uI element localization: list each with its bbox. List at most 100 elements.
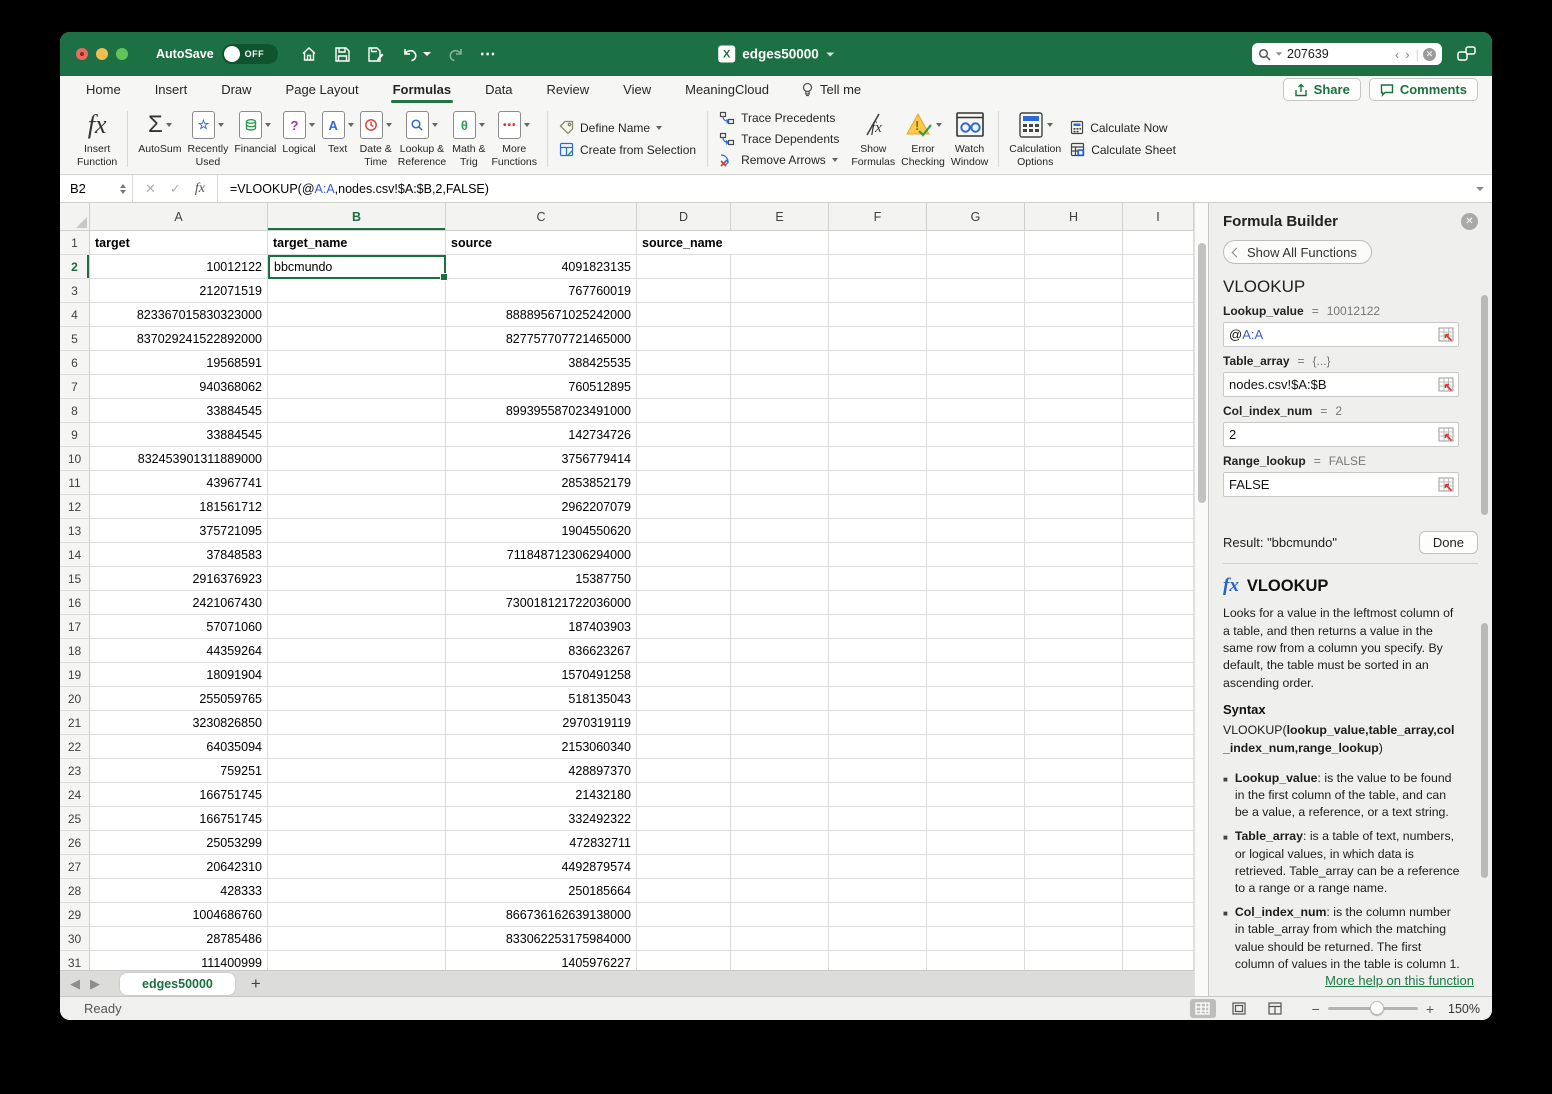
grid-cell[interactable] <box>829 351 927 375</box>
grid-cell[interactable] <box>268 783 446 807</box>
grid-cell[interactable]: 44359264 <box>90 639 268 663</box>
grid-cell[interactable]: 166751745 <box>90 807 268 831</box>
zoom-percentage[interactable]: 150% <box>1442 1002 1480 1016</box>
row-header-27[interactable]: 27 <box>60 855 90 879</box>
grid-cell[interactable] <box>829 855 927 879</box>
grid-cell[interactable] <box>829 879 927 903</box>
column-header-A[interactable]: A <box>90 203 268 231</box>
row-header-1[interactable]: 1 <box>60 231 90 255</box>
grid-cell[interactable] <box>637 687 731 711</box>
grid-cell[interactable] <box>1123 327 1194 351</box>
grid-cell[interactable] <box>927 639 1025 663</box>
normal-view-button[interactable] <box>1190 999 1216 1018</box>
grid-cell[interactable] <box>268 951 446 970</box>
calculate-now-button[interactable]: Calculate Now <box>1070 120 1176 135</box>
grid-cell[interactable]: source_name <box>637 231 731 255</box>
row-header-15[interactable]: 15 <box>60 567 90 591</box>
selected-cell-B2[interactable]: bbcmundo <box>268 255 446 279</box>
more-functions-button[interactable]: •••More Functions <box>491 109 537 167</box>
search-clear-icon[interactable]: ✕ <box>1423 48 1436 61</box>
grid-cell[interactable] <box>1123 687 1194 711</box>
grid-cell[interactable] <box>268 327 446 351</box>
grid-cell[interactable]: 428897370 <box>446 759 637 783</box>
grid-cell[interactable] <box>927 687 1025 711</box>
grid-cell[interactable]: 759251 <box>90 759 268 783</box>
grid-cell[interactable] <box>637 255 731 279</box>
confirm-entry-icon[interactable]: ✓ <box>170 181 181 197</box>
grid-cell[interactable]: 388425535 <box>446 351 637 375</box>
more-toolbar-icon[interactable]: ⋯ <box>480 44 496 64</box>
error-checking-button[interactable]: ! Error Checking <box>901 109 945 167</box>
grid-cell[interactable] <box>637 615 731 639</box>
grid-cell[interactable] <box>1025 687 1123 711</box>
tab-formulas[interactable]: Formulas <box>391 78 454 101</box>
watch-window-button[interactable]: Watch Window <box>951 109 988 167</box>
grid-cell[interactable] <box>731 855 829 879</box>
grid-cell[interactable] <box>731 615 829 639</box>
grid-cell[interactable] <box>637 951 731 970</box>
grid-cell[interactable] <box>1025 783 1123 807</box>
grid-cell[interactable] <box>268 495 446 519</box>
minimize-window-button[interactable] <box>96 48 108 60</box>
row-header-6[interactable]: 6 <box>60 351 90 375</box>
grid-cell[interactable] <box>1025 831 1123 855</box>
grid-cell[interactable] <box>268 735 446 759</box>
grid-cell[interactable] <box>1025 855 1123 879</box>
grid-cell[interactable] <box>1123 231 1194 255</box>
zoom-in-button[interactable]: + <box>1426 1001 1434 1017</box>
grid-cell[interactable] <box>1123 375 1194 399</box>
grid-cell[interactable] <box>927 231 1025 255</box>
grid-cell[interactable]: 57071060 <box>90 615 268 639</box>
grid-cell[interactable] <box>731 831 829 855</box>
tab-view[interactable]: View <box>621 78 653 101</box>
grid-cell[interactable] <box>268 639 446 663</box>
share-button[interactable]: Share <box>1283 78 1361 101</box>
grid-cell[interactable] <box>1123 303 1194 327</box>
grid-cell[interactable] <box>927 663 1025 687</box>
grid-cell[interactable]: 181561712 <box>90 495 268 519</box>
financial-button[interactable]: Financial <box>234 109 276 155</box>
grid-cell[interactable] <box>637 495 731 519</box>
text-button[interactable]: AText <box>322 109 354 155</box>
grid-cell[interactable] <box>637 303 731 327</box>
grid-cell[interactable] <box>829 279 927 303</box>
grid-cell[interactable] <box>731 927 829 951</box>
column-header-C[interactable]: C <box>446 203 637 231</box>
grid-cell[interactable] <box>731 327 829 351</box>
grid-cell[interactable] <box>1025 279 1123 303</box>
grid-cell[interactable] <box>927 615 1025 639</box>
row-header-14[interactable]: 14 <box>60 543 90 567</box>
grid-cell[interactable]: 760512895 <box>446 375 637 399</box>
grid-cell[interactable] <box>268 927 446 951</box>
grid-cell[interactable] <box>268 879 446 903</box>
grid-cell[interactable] <box>829 543 927 567</box>
sheet-prev-icon[interactable]: ◀ <box>70 976 80 992</box>
grid-cell[interactable]: source <box>446 231 637 255</box>
grid-cell[interactable] <box>731 735 829 759</box>
grid-cell[interactable]: 711848712306294000 <box>446 543 637 567</box>
grid-cell[interactable] <box>829 735 927 759</box>
row-header-12[interactable]: 12 <box>60 495 90 519</box>
grid-cell[interactable] <box>829 231 927 255</box>
grid-cell[interactable] <box>731 879 829 903</box>
more-help-link[interactable]: More help on this function <box>1325 973 1478 988</box>
grid-cell[interactable] <box>1025 423 1123 447</box>
grid-cell[interactable] <box>829 375 927 399</box>
spreadsheet-grid[interactable]: ABCDEFGHI 1targettarget_namesourcesource… <box>60 203 1194 970</box>
grid-cell[interactable] <box>1123 351 1194 375</box>
save-icon[interactable] <box>334 46 351 63</box>
grid-cell[interactable] <box>731 567 829 591</box>
name-box-stepper[interactable] <box>120 184 126 194</box>
grid-cell[interactable] <box>1025 759 1123 783</box>
grid-cell[interactable]: 518135043 <box>446 687 637 711</box>
grid-cell[interactable] <box>731 951 829 970</box>
grid-cell[interactable]: 10012122 <box>90 255 268 279</box>
grid-cell[interactable] <box>731 447 829 471</box>
grid-cell[interactable] <box>268 399 446 423</box>
grid-cell[interactable] <box>1025 807 1123 831</box>
grid-cell[interactable] <box>927 735 1025 759</box>
grid-cell[interactable] <box>1123 639 1194 663</box>
grid-cell[interactable] <box>829 255 927 279</box>
grid-cell[interactable] <box>1123 543 1194 567</box>
grid-cell[interactable] <box>829 663 927 687</box>
